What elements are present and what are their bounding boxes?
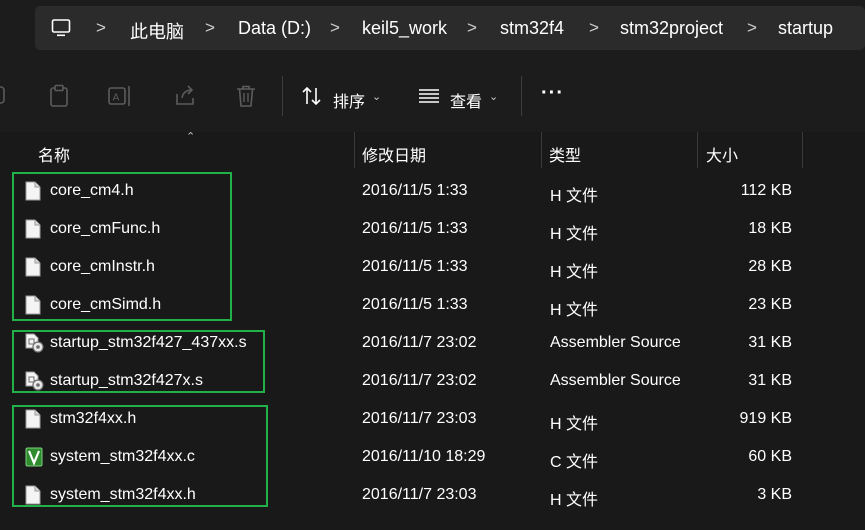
highlight-box-startup-files [12, 330, 265, 393]
file-type: H 文件 [550, 264, 599, 281]
breadcrumb-separator[interactable]: > [747, 18, 757, 38]
breadcrumb-separator[interactable]: > [467, 18, 477, 38]
breadcrumb-separator[interactable]: > [589, 18, 599, 38]
file-date: 2016/11/5 1:33 [362, 220, 468, 237]
file-size: 28 KB [748, 258, 792, 275]
file-size: 31 KB [748, 334, 792, 351]
file-size: 112 KB [740, 182, 792, 199]
file-date: 2016/11/5 1:33 [362, 296, 468, 313]
column-divider[interactable] [541, 132, 542, 168]
breadcrumb-startup[interactable]: startup [778, 18, 833, 39]
file-type: H 文件 [550, 492, 599, 509]
column-header-date[interactable]: 修改日期 [362, 142, 426, 166]
address-bar-region: > 此电脑 > Data (D:) > keil5_work > stm32f4… [0, 0, 865, 58]
breadcrumb-keil5-work[interactable]: keil5_work [362, 18, 447, 39]
column-divider[interactable] [802, 132, 803, 168]
breadcrumb-this-pc[interactable]: 此电脑 [130, 18, 184, 44]
file-type: H 文件 [550, 302, 599, 319]
sort-icon[interactable] [301, 86, 323, 111]
svg-text:A: A [113, 93, 120, 104]
breadcrumb-separator[interactable]: > [96, 18, 106, 38]
chevron-down-icon[interactable]: ⌄ [489, 90, 498, 103]
file-size: 919 KB [739, 410, 792, 427]
file-type: H 文件 [550, 416, 599, 433]
file-size: 18 KB [748, 220, 792, 237]
file-date: 2016/11/7 23:02 [362, 334, 477, 351]
column-header-type[interactable]: 类型 [549, 142, 581, 166]
sort-ascending-icon: ⌃ [186, 131, 196, 143]
file-type: Assembler Source [550, 334, 681, 351]
command-bar: A 排序 ⌄ 查看 ⌄ ··· [0, 58, 865, 132]
file-size: 3 KB [757, 486, 792, 503]
breadcrumb-stm32project[interactable]: stm32project [620, 18, 723, 39]
column-header-size[interactable]: 大小 [706, 142, 738, 166]
paste-icon[interactable] [48, 84, 70, 113]
file-type: Assembler Source [550, 372, 681, 389]
new-icon[interactable] [0, 84, 8, 111]
sort-button[interactable]: 排序 [333, 88, 365, 112]
file-date: 2016/11/5 1:33 [362, 182, 468, 199]
file-size: 31 KB [748, 372, 792, 389]
file-size: 23 KB [748, 296, 792, 313]
breadcrumb-data-drive[interactable]: Data (D:) [238, 18, 311, 39]
breadcrumb-separator[interactable]: > [205, 18, 215, 38]
file-list: ⌃ 名称 修改日期 类型 大小 core_cm4.h 2016/11/5 1:3… [0, 131, 865, 530]
view-icon[interactable] [418, 88, 440, 109]
toolbar-divider [282, 76, 283, 116]
view-button[interactable]: 查看 [450, 88, 482, 112]
file-date: 2016/11/7 23:03 [362, 410, 477, 427]
toolbar-divider [521, 76, 522, 116]
file-type: H 文件 [550, 226, 599, 243]
highlight-box-system-files [12, 405, 268, 507]
highlight-box-core-headers [12, 172, 232, 321]
file-type: H 文件 [550, 188, 599, 205]
file-date: 2016/11/7 23:02 [362, 372, 477, 389]
column-divider[interactable] [697, 132, 698, 168]
delete-icon[interactable] [235, 84, 257, 113]
column-divider[interactable] [354, 132, 355, 168]
column-header-name[interactable]: 名称 [38, 142, 70, 166]
rename-icon[interactable]: A [108, 84, 134, 113]
file-type: C 文件 [550, 454, 599, 471]
file-date: 2016/11/7 23:03 [362, 486, 477, 503]
file-date: 2016/11/10 18:29 [362, 448, 486, 465]
breadcrumb-separator[interactable]: > [330, 18, 340, 38]
file-size: 60 KB [748, 448, 792, 465]
file-date: 2016/11/5 1:33 [362, 258, 468, 275]
share-icon[interactable] [173, 84, 197, 113]
more-options-button[interactable]: ··· [541, 82, 564, 105]
breadcrumb-stm32f4[interactable]: stm32f4 [500, 18, 564, 39]
computer-icon[interactable] [51, 18, 71, 43]
chevron-down-icon[interactable]: ⌄ [372, 90, 381, 103]
